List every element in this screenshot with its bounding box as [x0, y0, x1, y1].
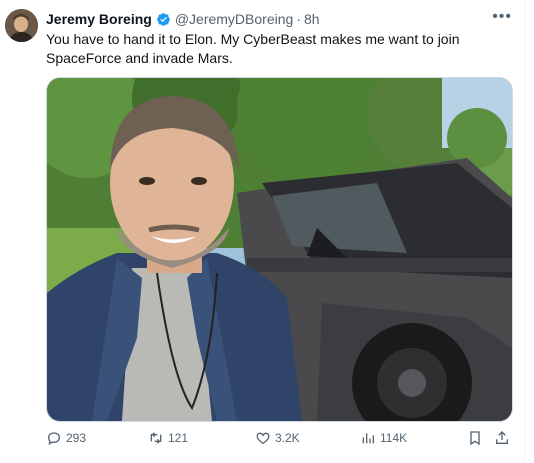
author-name[interactable]: Jeremy Boreing — [46, 11, 152, 27]
bookmark-button[interactable] — [467, 430, 483, 446]
post-time[interactable]: 8h — [304, 11, 320, 27]
verified-badge-icon — [156, 12, 170, 26]
tweet-photo[interactable] — [46, 77, 513, 422]
views-chart-icon — [362, 433, 374, 444]
separator-dot: · — [296, 11, 301, 27]
reply-count: 293 — [66, 431, 87, 445]
reply-icon — [47, 432, 61, 445]
author-handle[interactable]: @JeremyDBoreing — [175, 11, 293, 27]
share-button[interactable] — [494, 430, 510, 446]
tweet-card[interactable]: Jeremy Boreing @JeremyDBoreing · 8h ••• … — [0, 0, 525, 463]
more-options-button[interactable]: ••• — [492, 8, 512, 26]
reply-button[interactable]: 293 — [46, 430, 86, 446]
tweet-header: Jeremy Boreing @JeremyDBoreing · 8h — [46, 10, 320, 28]
tweet-text: You have to hand it to Elon. My CyberBea… — [46, 31, 460, 66]
share-icon — [496, 431, 508, 444]
avatar[interactable] — [5, 9, 38, 42]
photo-selfie-with-truck — [47, 78, 512, 421]
views-button[interactable]: 114K — [360, 430, 407, 446]
like-count: 3.2K — [275, 431, 300, 445]
repost-count: 121 — [168, 431, 189, 445]
tweet-actions-bar: 293 121 3.2K 114K — [46, 430, 516, 450]
heart-icon — [256, 432, 270, 445]
repost-icon — [150, 432, 162, 444]
like-button[interactable]: 3.2K — [255, 430, 300, 446]
bookmark-icon — [470, 431, 480, 446]
repost-button[interactable]: 121 — [148, 430, 188, 446]
views-count: 114K — [380, 431, 408, 445]
